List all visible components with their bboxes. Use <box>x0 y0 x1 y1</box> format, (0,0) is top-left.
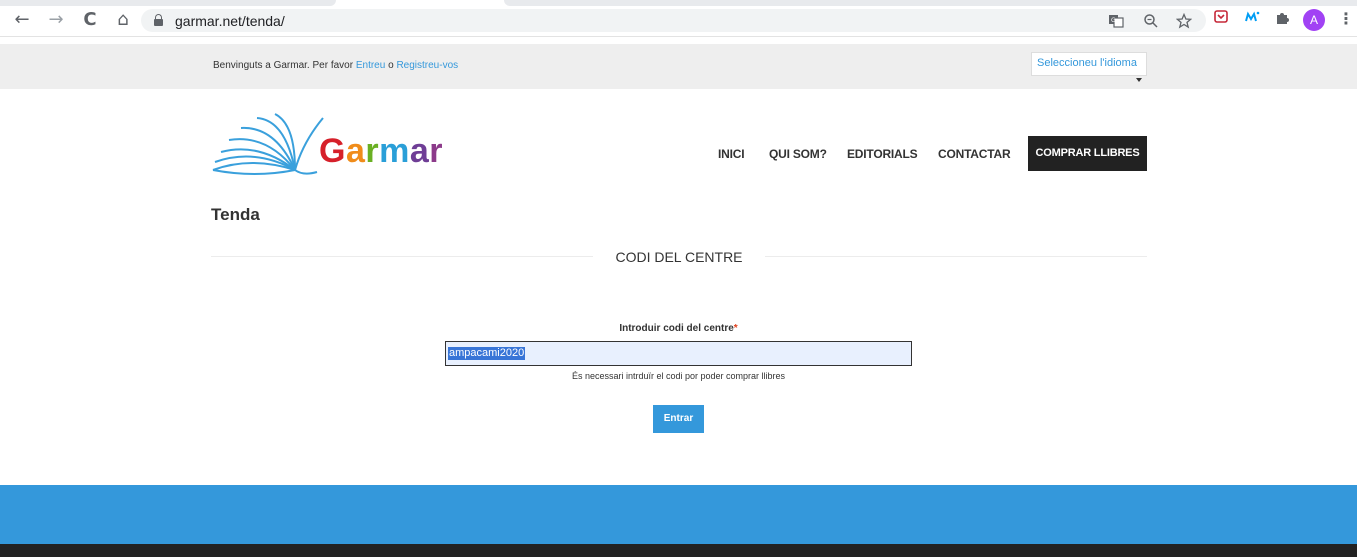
center-code-hint: És necessari intrduïr el codi por poder … <box>571 371 786 381</box>
forward-icon[interactable]: → <box>45 9 67 31</box>
tab-strip-right <box>504 0 1357 6</box>
center-code-label-text: Introduir codi del centre <box>619 323 734 334</box>
extensions-puzzle-icon[interactable] <box>1271 9 1293 31</box>
center-code-label: Introduir codi del centre* <box>445 323 912 334</box>
enter-button[interactable]: Entrar <box>653 405 704 433</box>
logo-letter: G <box>319 132 346 170</box>
profile-avatar[interactable]: A <box>1303 9 1325 31</box>
welcome-text: Benvinguts a Garmar. Per favor Entreu o … <box>213 60 458 71</box>
logo-letter: r <box>429 132 443 170</box>
center-code-value[interactable]: ampacami2020 <box>448 347 526 360</box>
tab-strip <box>0 0 1357 6</box>
movistar-extension-icon[interactable] <box>1241 9 1263 31</box>
logo-letter: r <box>365 132 380 170</box>
nav-editorials[interactable]: EDITORIALS <box>847 147 918 161</box>
login-link[interactable]: Entreu <box>356 60 385 71</box>
nav-qui-som[interactable]: QUI SOM? <box>769 147 827 161</box>
logo-letter: a <box>409 132 430 170</box>
bookmark-star-icon[interactable] <box>1175 12 1193 29</box>
svg-text:G: G <box>1111 17 1116 24</box>
logo-letter: a <box>345 132 366 170</box>
page-title: Tenda <box>211 205 260 224</box>
footer <box>0 485 1357 544</box>
center-code-input[interactable]: ampacami2020 <box>445 341 912 366</box>
home-icon[interactable]: ⌂ <box>112 9 134 31</box>
lock-icon[interactable] <box>154 14 163 26</box>
welcome-bar: Benvinguts a Garmar. Per favor Entreu o … <box>0 44 1357 89</box>
buy-books-button[interactable]: COMPRAR LLIBRES <box>1028 136 1147 171</box>
section-title: CODI DEL CENTRE <box>615 249 743 265</box>
welcome-prefix: Benvinguts a Garmar. Per favor <box>213 60 356 71</box>
welcome-connector: o <box>385 60 397 71</box>
language-select[interactable]: Seleccioneu l'idioma <box>1031 52 1147 76</box>
tab-strip-left <box>0 0 336 6</box>
divider <box>765 256 1147 257</box>
chevron-down-icon[interactable] <box>1136 78 1142 82</box>
address-bar[interactable]: garmar.net/tenda/ G <box>141 9 1206 32</box>
back-icon[interactable]: ← <box>11 9 33 31</box>
pocket-extension-icon[interactable] <box>1210 9 1232 31</box>
translate-icon[interactable]: G <box>1107 13 1125 29</box>
browser-toolbar: ← → C ⌂ garmar.net/tenda/ G A ⋮ <box>0 0 1357 37</box>
logo-wordmark[interactable]: Garmar <box>319 132 443 171</box>
nav-contactar[interactable]: CONTACTAR <box>938 147 1011 161</box>
footer-bottom-bar <box>0 544 1357 557</box>
divider <box>211 256 593 257</box>
zoom-icon[interactable] <box>1142 13 1160 29</box>
url-text[interactable]: garmar.net/tenda/ <box>175 13 285 29</box>
logo-letter: m <box>379 132 410 170</box>
required-mark: * <box>733 323 738 334</box>
browser-menu-icon[interactable]: ⋮ <box>1338 9 1354 31</box>
register-link[interactable]: Registreu-vos <box>396 60 458 71</box>
nav-inici[interactable]: INICI <box>718 147 745 161</box>
reload-icon[interactable]: C <box>79 9 101 31</box>
